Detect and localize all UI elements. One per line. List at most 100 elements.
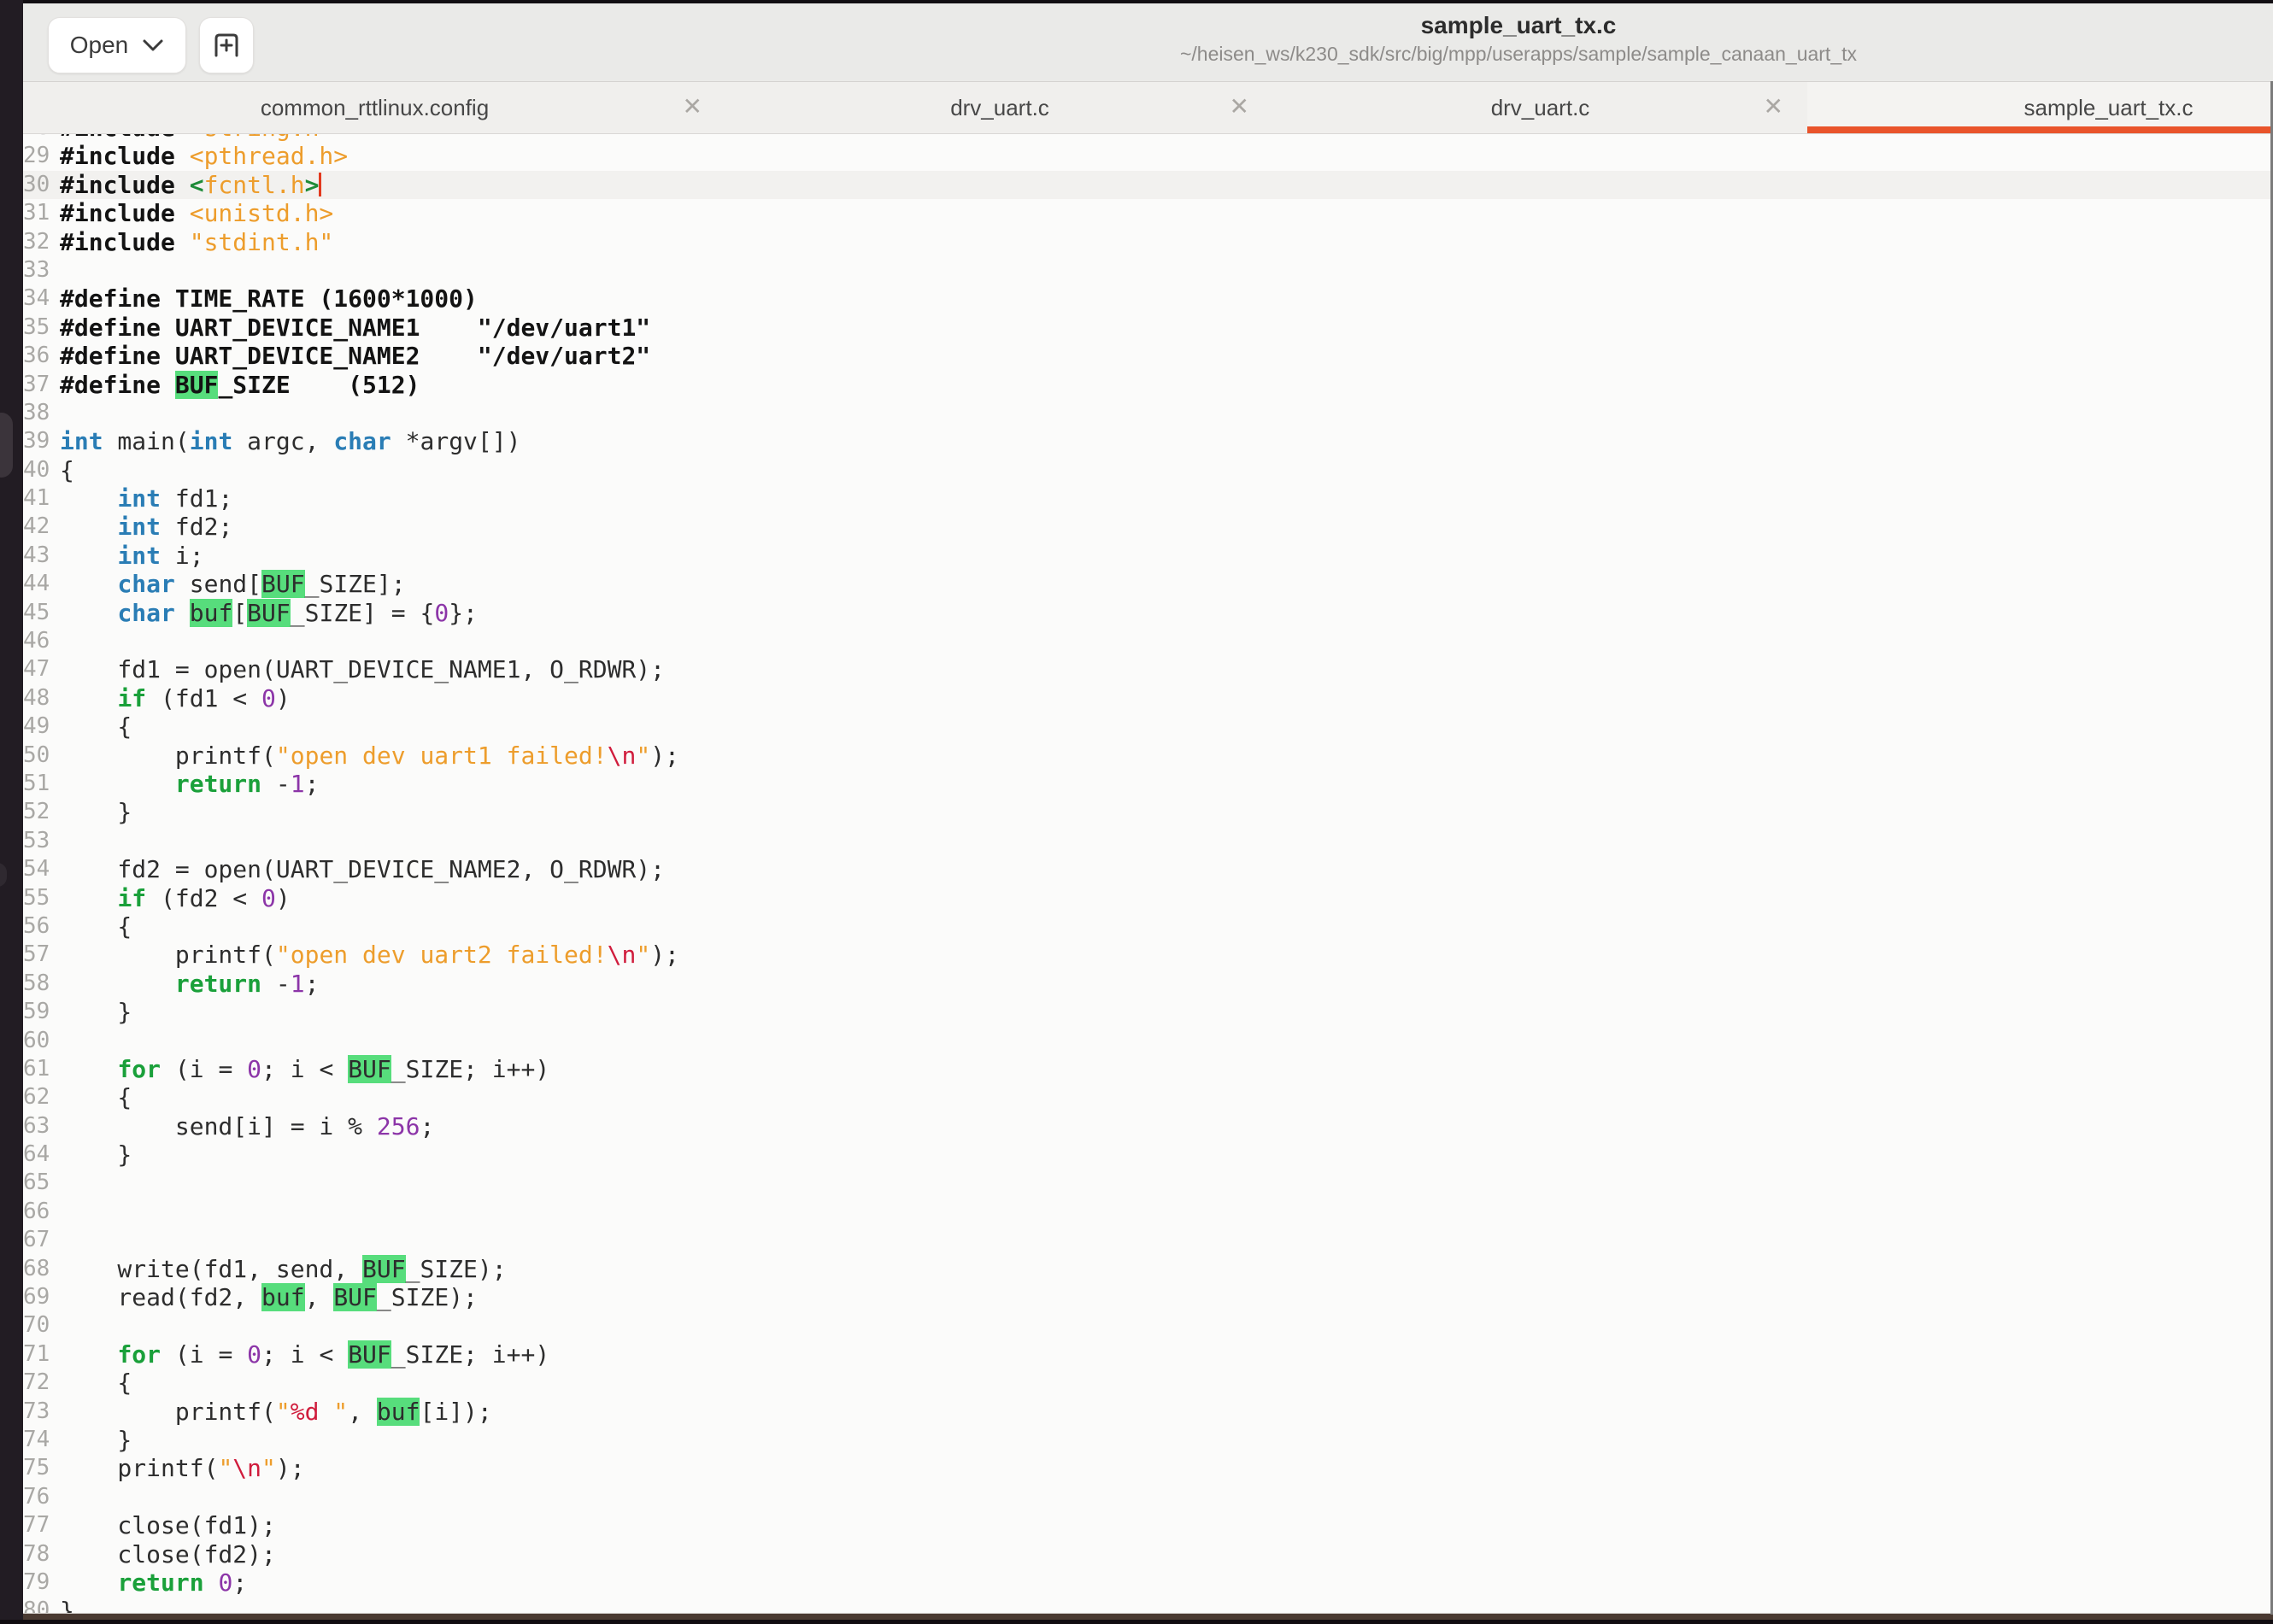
tab-common_rttlinux.config[interactable]: common_rttlinux.config✕ [23,82,726,133]
code-line: 74 } [23,1426,2273,1454]
line-number: 62 [23,1083,49,1111]
window-title-block: sample_uart_tx.c ~/heisen_ws/k230_sdk/sr… [1048,10,1988,67]
code-text: printf("open dev uart1 failed!\n"); [60,742,679,770]
code-text: printf("\n"); [60,1454,305,1482]
code-text: { [60,1083,132,1111]
code-line: 79 return 0; [23,1568,2273,1597]
code-line: 44 char send[BUF_SIZE]; [23,570,2273,598]
code-line: 64 } [23,1140,2273,1169]
line-number: 54 [23,855,49,883]
code-line: 41 int fd1; [23,484,2273,513]
line-number: 64 [23,1140,49,1169]
code-line: 42 int fd2; [23,513,2273,541]
code-line: 45 char buf[BUF_SIZE] = {0}; [23,599,2273,627]
code-text: return -1; [60,770,319,798]
code-line: 54 fd2 = open(UART_DEVICE_NAME2, O_RDWR)… [23,855,2273,883]
code-line: 73 printf("%d ", buf[i]); [23,1398,2273,1426]
code-text: return -1; [60,970,319,998]
code-line: 37#define BUF_SIZE (512) [23,371,2273,399]
line-number: 51 [23,770,49,798]
code-line: 56 { [23,912,2273,941]
line-number: 41 [23,484,49,513]
line-number: 43 [23,542,49,570]
tab-label: drv_uart.c [726,82,1273,133]
line-number: 45 [23,599,49,627]
code-line: 53 [23,827,2273,855]
code-text: #include "stdint.h" [60,228,333,256]
code-text: { [60,456,74,484]
code-line: 80} [23,1597,2273,1614]
tab-label: drv_uart.c [1273,82,1807,133]
background-artifact [0,413,13,478]
window-subtitle: ~/heisen_ws/k230_sdk/src/big/mpp/userapp… [1048,41,1988,67]
code-line: 28#include <string.h> [23,134,2273,142]
line-number: 34 [23,284,49,313]
code-line: 32 #include "stdint.h" [23,228,2273,256]
code-text: close(fd1); [60,1511,276,1539]
line-number: 49 [23,712,49,741]
code-line: 58 return -1; [23,970,2273,998]
code-line: 63 send[i] = i % 256; [23,1112,2273,1140]
close-icon[interactable]: ✕ [1230,82,1249,133]
line-number: 61 [23,1055,49,1083]
line-number: 68 [23,1255,49,1283]
code-line: 55 if (fd2 < 0) [23,884,2273,912]
code-text: fd2 = open(UART_DEVICE_NAME2, O_RDWR); [60,855,665,883]
line-number: 70 [23,1311,49,1340]
line-number: 75 [23,1454,49,1482]
code-line: 75 printf("\n"); [23,1454,2273,1482]
tab-drv_uart.c[interactable]: drv_uart.c✕ [726,82,1273,133]
code-text: printf("%d ", buf[i]); [60,1398,492,1426]
editor[interactable]: 28#include <string.h>29#include <pthread… [23,134,2273,1614]
tab-label: common_rttlinux.config [23,82,726,133]
code-line: 69 read(fd2, buf, BUF_SIZE); [23,1283,2273,1311]
background-artifact [0,863,7,887]
code-line: 77 close(fd1); [23,1511,2273,1539]
line-number: 35 [23,314,49,342]
line-number: 60 [23,1027,49,1055]
code-text: #define UART_DEVICE_NAME2 "/dev/uart2" [60,342,650,370]
code-line: 72 { [23,1369,2273,1397]
code-text: { [60,712,132,741]
text-cursor [319,173,321,196]
code-line: 67 [23,1226,2273,1254]
code-line: 62 { [23,1083,2273,1111]
code-line: 50 printf("open dev uart1 failed!\n"); [23,742,2273,770]
code-text: { [60,1369,132,1397]
code-text: printf("open dev uart2 failed!\n"); [60,941,679,969]
line-number: 67 [23,1226,49,1254]
code-line: 34#define TIME_RATE (1600*1000) [23,284,2273,313]
code-text: for (i = 0; i < BUF_SIZE; i++) [60,1055,549,1083]
line-number: 32 [23,228,49,256]
code-line: 65 [23,1169,2273,1197]
line-number: 39 [23,427,49,455]
line-number: 40 [23,456,49,484]
open-button-label: Open [70,32,129,59]
line-number: 63 [23,1112,49,1140]
line-number: 69 [23,1283,49,1311]
new-tab-button[interactable] [199,17,254,73]
line-number: 36 [23,342,49,370]
line-number: 42 [23,513,49,541]
line-number: 78 [23,1540,49,1568]
code-line: 57 printf("open dev uart2 failed!\n"); [23,941,2273,969]
line-number: 30 [23,171,49,199]
code-line: 46 [23,627,2273,655]
tab-sample_uart_tx.c[interactable]: sample_uart_tx.c [1807,82,2273,133]
code-text: fd1 = open(UART_DEVICE_NAME1, O_RDWR); [60,655,665,683]
open-button[interactable]: Open [48,17,186,73]
desktop-background-strip [0,0,23,1624]
tab-drv_uart.c[interactable]: drv_uart.c✕ [1273,82,1807,133]
line-number: 48 [23,684,49,712]
line-number: 65 [23,1169,49,1197]
code-line: 76 [23,1483,2273,1511]
app-window: Open sample_uart_tx.c ~/heisen_ws/k230_s… [0,0,2273,1624]
code-text: int fd2; [60,513,232,541]
close-icon[interactable]: ✕ [683,82,702,133]
close-icon[interactable]: ✕ [1764,82,1783,133]
code-line: 47 fd1 = open(UART_DEVICE_NAME1, O_RDWR)… [23,655,2273,683]
code-text: return 0; [60,1568,247,1597]
line-number: 79 [23,1568,49,1597]
active-tab-indicator [1807,126,2273,133]
desktop-background-strip-bottom [23,1613,2273,1620]
